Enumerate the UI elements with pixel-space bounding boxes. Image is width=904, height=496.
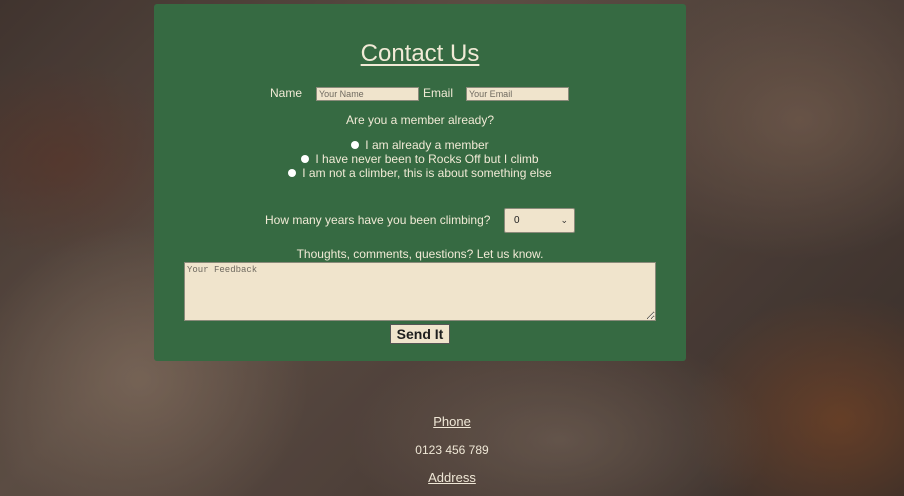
- radio-label: I am already a member: [365, 138, 489, 152]
- radio-option-member[interactable]: I am already a member: [154, 138, 686, 152]
- member-question: Are you a member already?: [345, 113, 495, 127]
- feedback-textarea[interactable]: [184, 262, 656, 321]
- radio-option-climber[interactable]: I have never been to Rocks Off but I cli…: [154, 152, 686, 166]
- years-question: How many years have you been climbing?: [265, 213, 491, 227]
- radio-button-icon[interactable]: [301, 155, 310, 163]
- chevron-down-icon: ⌄: [560, 215, 568, 225]
- email-label: Email: [423, 86, 454, 100]
- name-input[interactable]: [316, 87, 419, 101]
- radio-button-icon[interactable]: [351, 141, 360, 149]
- page-title: Contact Us: [360, 40, 480, 67]
- radio-label: I am not a climber, this is about someth…: [302, 166, 552, 180]
- send-button[interactable]: Send It: [390, 324, 450, 344]
- years-select[interactable]: 0 ⌄: [504, 208, 575, 233]
- address-link[interactable]: Address: [0, 470, 904, 485]
- radio-button-icon[interactable]: [288, 169, 297, 177]
- radio-label: I have never been to Rocks Off but I cli…: [315, 152, 539, 166]
- name-label: Name: [270, 86, 303, 100]
- phone-link[interactable]: Phone: [0, 414, 904, 429]
- radio-option-other[interactable]: I am not a climber, this is about someth…: [154, 166, 686, 180]
- email-input[interactable]: [466, 87, 569, 101]
- contact-form: Contact Us Name Email Are you a member a…: [154, 4, 686, 361]
- phone-number: 0123 456 789: [415, 443, 489, 457]
- feedback-prompt: Thoughts, comments, questions? Let us kn…: [296, 247, 544, 261]
- years-selected-value: 0: [514, 215, 520, 226]
